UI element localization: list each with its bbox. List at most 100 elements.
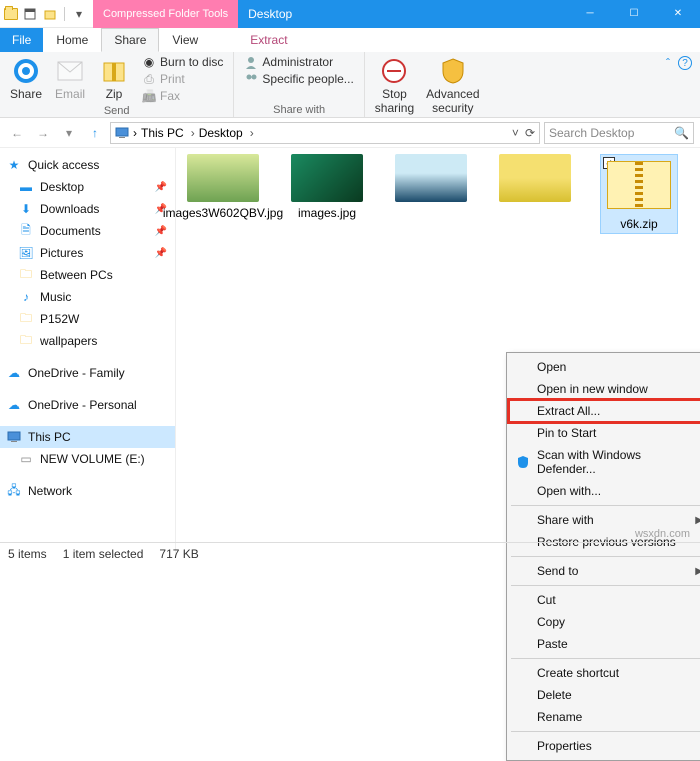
ribbon-right: ˆ ? — [658, 52, 700, 117]
network-icon: 🖧 — [6, 483, 22, 499]
cloud-icon: ☁ — [6, 397, 22, 413]
sidebar-item-pictures[interactable]: 🖼Pictures📌 — [0, 242, 175, 264]
ribbon-group-security: Stop sharing Advanced security — [365, 52, 490, 117]
sidebar-item-desktop[interactable]: ▬Desktop📌 — [0, 176, 175, 198]
sidebar-item-between[interactable]: 🗀Between PCs — [0, 264, 175, 286]
specific-people-button[interactable]: Specific people... — [240, 71, 357, 87]
file-item[interactable]: images.jpg — [288, 154, 366, 220]
sidebar-item-music[interactable]: ♪Music — [0, 286, 175, 308]
separator — [511, 731, 700, 732]
menu-properties[interactable]: Properties — [509, 735, 700, 757]
breadcrumb[interactable]: › This PC Desktop ˅ ⟳ — [110, 122, 540, 144]
menu-paste[interactable]: Paste — [509, 633, 700, 655]
pin-icon: 📌 — [155, 226, 167, 237]
tab-view[interactable]: View — [159, 28, 211, 52]
people-icon — [244, 72, 258, 86]
email-button: Email — [50, 54, 90, 103]
new-folder-icon[interactable] — [42, 6, 58, 22]
pc-icon — [115, 126, 129, 140]
qat-dropdown-icon[interactable]: ▾ — [71, 6, 87, 22]
shield-icon — [437, 56, 469, 86]
stop-icon — [378, 56, 410, 86]
status-item-count: 5 items — [8, 547, 47, 561]
thumbnail — [395, 154, 467, 202]
separator — [511, 505, 700, 506]
print-icon: ⎙ — [142, 72, 156, 86]
nav-sidebar: ★Quick access ▬Desktop📌 ⬇Downloads📌 🗎Doc… — [0, 148, 176, 558]
sidebar-item-downloads[interactable]: ⬇Downloads📌 — [0, 198, 175, 220]
sidebar-volume[interactable]: ▭NEW VOLUME (E:) — [0, 448, 175, 470]
share-button[interactable]: Share — [6, 54, 46, 103]
menu-extract-all[interactable]: Extract All... — [509, 400, 700, 422]
history-dropdown-icon[interactable]: ˅ — [512, 126, 519, 140]
maximize-button[interactable]: ☐ — [612, 0, 656, 28]
tab-extract[interactable]: Extract — [237, 28, 300, 52]
sidebar-item-p152w[interactable]: 🗀P152W — [0, 308, 175, 330]
watermark: wsxdn.com — [635, 528, 690, 540]
file-name: v6k.zip — [620, 217, 657, 231]
refresh-icon[interactable]: ⟳ — [525, 126, 535, 140]
sidebar-network[interactable]: 🖧Network — [0, 480, 175, 502]
thumbnail — [187, 154, 259, 202]
menu-open-new-window[interactable]: Open in new window — [509, 378, 700, 400]
tab-file[interactable]: File — [0, 28, 43, 52]
fax-button: 📠Fax — [138, 88, 227, 104]
sidebar-item-wallpapers[interactable]: 🗀wallpapers — [0, 330, 175, 352]
address-bar: ← → ▾ ↑ › This PC Desktop ˅ ⟳ Search Des… — [0, 118, 700, 148]
sidebar-onedrive-family[interactable]: ☁OneDrive - Family — [0, 362, 175, 384]
menu-open[interactable]: Open — [509, 356, 700, 378]
file-list[interactable]: images3W602QBV.jpg images.jpg ✓ v6k.zip … — [176, 148, 700, 558]
back-button[interactable]: ← — [6, 122, 28, 144]
star-icon: ★ — [6, 157, 22, 173]
menu-cut[interactable]: Cut — [509, 589, 700, 611]
file-item[interactable] — [392, 154, 470, 202]
drive-icon: ▭ — [18, 451, 34, 467]
up-button[interactable]: ↑ — [84, 122, 106, 144]
crumb-thispc[interactable]: This PC — [141, 126, 199, 140]
file-item-selected[interactable]: ✓ v6k.zip — [600, 154, 678, 234]
close-button[interactable]: ✕ — [656, 0, 700, 28]
zip-icon — [98, 56, 130, 86]
send-small-buttons: ◉Burn to disc ⎙Print 📠Fax — [138, 54, 227, 104]
crumb-desktop[interactable]: Desktop — [199, 126, 258, 140]
advanced-security-button[interactable]: Advanced security — [422, 54, 483, 117]
defender-icon — [515, 454, 531, 470]
group-label: Share with — [240, 104, 357, 116]
label: Zip — [106, 87, 123, 101]
collapse-ribbon-icon[interactable]: ˆ — [666, 56, 670, 70]
burn-button[interactable]: ◉Burn to disc — [138, 54, 227, 70]
sidebar-this-pc[interactable]: This PC — [0, 426, 175, 448]
sidebar-quick-access[interactable]: ★Quick access — [0, 154, 175, 176]
file-item[interactable]: images3W602QBV.jpg — [184, 154, 262, 220]
sidebar-onedrive-personal[interactable]: ☁OneDrive - Personal — [0, 394, 175, 416]
label: Share — [10, 87, 42, 101]
zip-button[interactable]: Zip — [94, 54, 134, 103]
help-icon[interactable]: ? — [678, 56, 692, 70]
file-item[interactable] — [496, 154, 574, 202]
tab-share[interactable]: Share — [101, 28, 159, 52]
menu-open-with[interactable]: Open with... — [509, 480, 700, 502]
admin-button[interactable]: Administrator — [240, 54, 357, 70]
recent-dropdown[interactable]: ▾ — [58, 122, 80, 144]
menu-delete[interactable]: Delete — [509, 684, 700, 706]
sidebar-item-documents[interactable]: 🗎Documents📌 — [0, 220, 175, 242]
properties-icon[interactable] — [22, 6, 38, 22]
menu-scan-defender[interactable]: Scan with Windows Defender... — [509, 444, 700, 480]
status-size: 717 KB — [159, 547, 198, 561]
menu-rename[interactable]: Rename — [509, 706, 700, 728]
search-input[interactable]: Search Desktop 🔍 — [544, 122, 694, 144]
quick-access-toolbar: ▾ — [0, 6, 87, 22]
file-name: images3W602QBV.jpg — [163, 206, 283, 220]
print-button: ⎙Print — [138, 71, 227, 87]
menu-pin-to-start[interactable]: Pin to Start — [509, 422, 700, 444]
minimize-button[interactable]: ─ — [568, 0, 612, 28]
menu-copy[interactable]: Copy — [509, 611, 700, 633]
thumbnail — [499, 154, 571, 202]
stop-sharing-button[interactable]: Stop sharing — [371, 54, 418, 117]
status-bar: 5 items 1 item selected 717 KB — [0, 542, 700, 564]
zip-icon — [607, 161, 671, 209]
tab-home[interactable]: Home — [43, 28, 101, 52]
pictures-icon: 🖼 — [18, 245, 34, 261]
menu-create-shortcut[interactable]: Create shortcut — [509, 662, 700, 684]
ribbon-group-sharewith: Administrator Specific people... Share w… — [234, 52, 364, 117]
